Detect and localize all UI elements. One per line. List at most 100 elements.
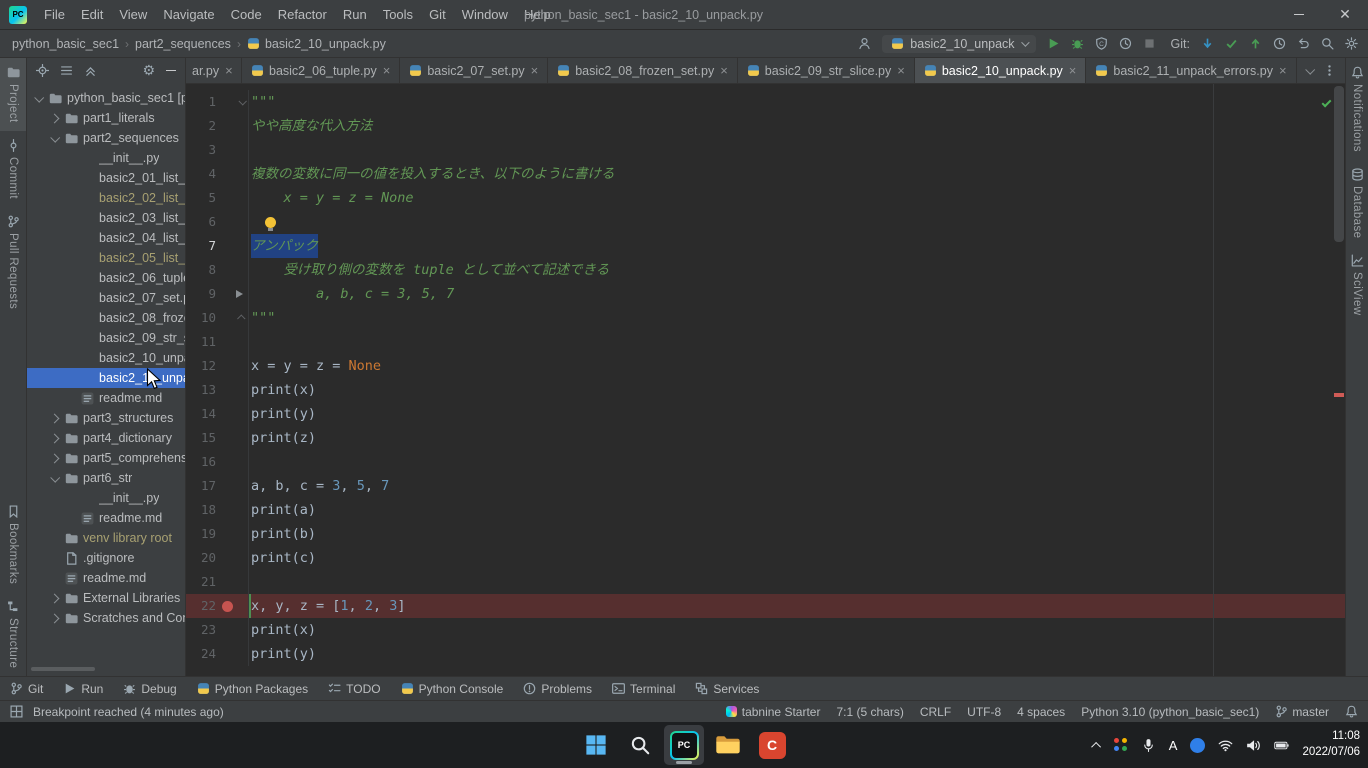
caret-position[interactable]: 7:1 (5 chars) [836, 705, 903, 719]
tab-options-icon[interactable] [1323, 64, 1336, 77]
code-line-5[interactable]: 5 x = y = z = None [186, 186, 1345, 210]
blue-status-icon[interactable] [1190, 738, 1205, 753]
start-button[interactable] [576, 725, 616, 765]
code-line-11[interactable]: 11 [186, 330, 1345, 354]
tree-item-part6-str[interactable]: part6_str [27, 468, 185, 488]
run-config-select[interactable]: basic2_10_unpack [882, 35, 1035, 53]
tab-basic2-07-set-py[interactable]: basic2_07_set.py× [400, 58, 548, 83]
profiler-button[interactable] [1119, 37, 1132, 50]
tab-close-icon[interactable]: × [720, 63, 728, 78]
code-line-12[interactable]: 12x = y = z = None [186, 354, 1345, 378]
minimize-button[interactable] [1276, 0, 1322, 29]
select-opened-file-icon[interactable] [36, 64, 49, 77]
tree-item-external-libraries[interactable]: External Libraries [27, 588, 185, 608]
tree-item-basic2-03-list-slice-py[interactable]: basic2_03_list_slice.py [27, 208, 185, 228]
code-line-9[interactable]: 9 a, b, c = 3, 5, 7 [186, 282, 1345, 306]
tab-close-icon[interactable]: × [1279, 63, 1287, 78]
editor[interactable]: 1"""2やや高度な代入方法34複数の変数に同一の値を投入するとき、以下のように… [186, 84, 1345, 676]
tab-close-icon[interactable]: × [897, 63, 905, 78]
taskbar-red-app-button[interactable]: C [752, 725, 792, 765]
volume-icon[interactable] [1246, 738, 1261, 753]
hide-panel-icon[interactable] [166, 70, 176, 72]
search-everywhere-button[interactable] [1321, 37, 1334, 50]
tree-item-basic2-09-str-slice-py[interactable]: basic2_09_str_slice.py [27, 328, 185, 348]
tree-item-basic2-07-set-py[interactable]: basic2_07_set.py [27, 288, 185, 308]
fold-start-icon[interactable] [238, 97, 246, 105]
code-line-24[interactable]: 24print(y) [186, 642, 1345, 666]
toolwindow-switcher-icon[interactable] [10, 705, 23, 718]
breakpoint-icon[interactable] [222, 601, 233, 612]
taskbar-search-button[interactable] [620, 725, 660, 765]
toolwindow-button-structure[interactable]: Structure [0, 592, 26, 676]
scrollbar-thumb[interactable] [1334, 86, 1344, 242]
tab-basic2-09-str-slice-py[interactable]: basic2_09_str_slice.py× [738, 58, 915, 83]
menu-git[interactable]: Git [421, 0, 454, 29]
tab-basic2-06-tuple-py[interactable]: basic2_06_tuple.py× [242, 58, 400, 83]
tree-item-basic2-06-tuple-py[interactable]: basic2_06_tuple.py [27, 268, 185, 288]
toolwindow-button-problems[interactable]: Problems [523, 682, 592, 696]
settings-button[interactable] [1345, 37, 1358, 50]
breadcrumb-item-part2-sequences[interactable]: part2_sequences [135, 37, 231, 51]
tree-chevron[interactable] [49, 455, 60, 462]
tree-item-part4-dictionary[interactable]: part4_dictionary [27, 428, 185, 448]
toolwindow-button-pull-requests[interactable]: Pull Requests [0, 207, 26, 317]
hidden-tabs-chevron-icon[interactable] [1305, 65, 1315, 75]
tree-chevron[interactable] [33, 95, 44, 102]
code-line-17[interactable]: 17a, b, c = 3, 5, 7 [186, 474, 1345, 498]
toolwindow-button-sciview[interactable]: SciView [1346, 246, 1368, 324]
tree-chevron[interactable] [49, 115, 60, 122]
code-line-22[interactable]: 22x, y, z = [1, 2, 3] [186, 594, 1345, 618]
code-line-7[interactable]: 7アンパック [186, 234, 1345, 258]
menu-tools[interactable]: Tools [375, 0, 421, 29]
taskbar-explorer-button[interactable] [708, 725, 748, 765]
tree-item-basic2-10-unpack-py[interactable]: basic2_10_unpack.py [27, 348, 185, 368]
code-line-4[interactable]: 4複数の変数に同一の値を投入するとき、以下のように書ける [186, 162, 1345, 186]
tree-item-part5-comprehension[interactable]: part5_comprehension [27, 448, 185, 468]
code-line-3[interactable]: 3 [186, 138, 1345, 162]
coverage-button[interactable]: C [1095, 37, 1108, 50]
breadcrumb-item-python-basic-sec1[interactable]: python_basic_sec1 [12, 37, 119, 51]
taskbar-clock[interactable]: 11:08 2022/07/06 [1302, 729, 1360, 760]
git-branch-widget[interactable]: master [1275, 705, 1329, 719]
tray-color-app-icon[interactable] [1114, 738, 1128, 752]
toolwindow-button-notifications[interactable]: Notifications [1346, 58, 1368, 160]
tree-item-part3-structures[interactable]: part3_structures [27, 408, 185, 428]
code-line-8[interactable]: 8 受け取り側の変数を tuple として並べて記述できる [186, 258, 1345, 282]
code-line-2[interactable]: 2やや高度な代入方法 [186, 114, 1345, 138]
tree-item-scratches-and-consoles[interactable]: Scratches and Consoles [27, 608, 185, 628]
tabnine-status[interactable]: tabnine Starter [726, 705, 821, 719]
rollback-button[interactable] [1297, 37, 1310, 50]
tree-chevron[interactable] [49, 595, 60, 602]
tree-item-basic2-05-list-in-list-v[interactable]: basic2_05_list_in_list_v [27, 248, 185, 268]
history-button[interactable] [1273, 37, 1286, 50]
tab-basic2-10-unpack-py[interactable]: basic2_10_unpack.py× [915, 58, 1087, 83]
tree-item-venv-library-root[interactable]: venv library root [27, 528, 185, 548]
close-button[interactable]: ✕ [1322, 0, 1368, 29]
tab-close-icon[interactable]: × [531, 63, 539, 78]
tree-chevron[interactable] [49, 415, 60, 422]
notifications-icon[interactable] [1345, 705, 1358, 718]
tree-item-basic2-08-frozen-set-py[interactable]: basic2_08_frozen_set.py [27, 308, 185, 328]
tree-item--gitignore[interactable]: .gitignore [27, 548, 185, 568]
project-horizontal-scrollbar[interactable] [31, 667, 95, 671]
tree-item--init-py[interactable]: __init__.py [27, 488, 185, 508]
menu-edit[interactable]: Edit [73, 0, 111, 29]
stop-button[interactable] [1143, 37, 1156, 50]
commit-button[interactable] [1225, 37, 1238, 50]
hidden-icons-chevron-icon[interactable] [1091, 741, 1101, 751]
ime-indicator[interactable]: A [1169, 738, 1178, 753]
toolwindow-button-run[interactable]: Run [63, 682, 103, 696]
tab-ar-py[interactable]: ar.py× [186, 58, 242, 83]
menu-view[interactable]: View [111, 0, 155, 29]
fold-end-icon[interactable] [237, 314, 245, 322]
toolwindow-button-terminal[interactable]: Terminal [612, 682, 675, 696]
tree-item--init-py[interactable]: __init__.py [27, 148, 185, 168]
editor-scrollbar[interactable] [1332, 84, 1345, 676]
tab-close-icon[interactable]: × [1069, 63, 1077, 78]
toolwindow-button-git[interactable]: Git [10, 682, 43, 696]
tree-item-readme-md[interactable]: readme.md [27, 568, 185, 588]
toolwindow-button-todo[interactable]: TODO [328, 682, 380, 696]
debug-button[interactable] [1071, 37, 1084, 50]
file-encoding[interactable]: UTF-8 [967, 705, 1001, 719]
user-icon[interactable] [858, 37, 871, 50]
